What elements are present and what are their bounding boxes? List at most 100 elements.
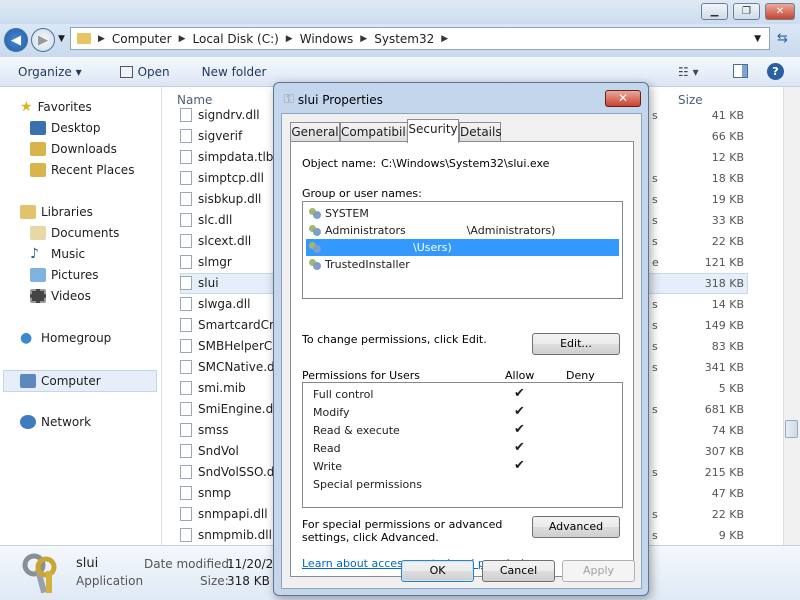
user-item-users[interactable]: \Users) bbox=[306, 239, 619, 256]
nav-network[interactable]: Network bbox=[20, 413, 91, 431]
scrollbar-thumb[interactable] bbox=[785, 420, 798, 438]
documents-icon bbox=[30, 226, 46, 240]
file-type-fragment: s bbox=[652, 193, 658, 206]
preview-pane-icon[interactable] bbox=[733, 64, 748, 78]
edit-button[interactable]: Edit... bbox=[532, 333, 620, 355]
help-icon[interactable]: ? bbox=[767, 63, 784, 80]
nav-libraries[interactable]: Libraries bbox=[20, 203, 93, 221]
permissions-for-label: Permissions for Users bbox=[302, 369, 420, 382]
open-button[interactable]: Open bbox=[94, 65, 182, 79]
breadcrumb-computer[interactable]: Computer bbox=[108, 32, 176, 46]
nav-documents[interactable]: Documents bbox=[30, 224, 119, 242]
file-icon bbox=[180, 171, 192, 185]
chevron-right-icon[interactable]: ▶ bbox=[357, 34, 370, 44]
view-options-icon[interactable]: ☷ ▾ bbox=[678, 65, 699, 79]
file-type-fragment: s bbox=[652, 172, 658, 185]
allow-check-icon: ✔ bbox=[514, 386, 525, 401]
nav-downloads[interactable]: Downloads bbox=[30, 140, 117, 158]
nav-videos[interactable]: Videos bbox=[30, 287, 91, 305]
file-size: 121 KB bbox=[704, 256, 744, 269]
breadcrumb-windows[interactable]: Windows bbox=[296, 32, 358, 46]
network-icon bbox=[20, 415, 36, 429]
cancel-button[interactable]: Cancel bbox=[482, 560, 555, 582]
ok-button[interactable]: OK bbox=[401, 560, 474, 582]
users-icon bbox=[308, 207, 322, 220]
security-tab-page: Object name: C:\Windows\System32\slui.ex… bbox=[290, 141, 634, 577]
file-icon bbox=[180, 213, 192, 227]
file-type-fragment: s bbox=[652, 508, 658, 521]
permission-name: Full control bbox=[313, 388, 374, 401]
address-input[interactable]: ▶ Computer ▶ Local Disk (C:) ▶ Windows ▶… bbox=[70, 27, 770, 50]
permission-row: Write ✔ bbox=[313, 458, 613, 478]
object-name-value: C:\Windows\System32\slui.exe bbox=[381, 157, 550, 170]
minimize-button[interactable]: ▁ bbox=[701, 3, 728, 20]
organize-button[interactable]: Organize ▾ bbox=[0, 65, 94, 79]
nav-network-label: Network bbox=[41, 415, 92, 429]
file-type-fragment: s bbox=[652, 340, 658, 353]
user-domain: \Administrators) bbox=[466, 224, 556, 237]
nav-videos-label: Videos bbox=[51, 289, 91, 303]
forward-button[interactable]: ▶ bbox=[31, 28, 55, 52]
nav-computer[interactable]: Computer bbox=[20, 372, 101, 390]
file-icon bbox=[180, 486, 192, 500]
close-button[interactable]: ✕ bbox=[765, 3, 795, 20]
file-size: 318 KB bbox=[704, 277, 744, 290]
users-icon bbox=[308, 241, 322, 254]
back-button[interactable]: ◀ bbox=[4, 28, 28, 52]
file-icon bbox=[180, 297, 192, 311]
file-icon bbox=[180, 507, 192, 521]
nav-desktop[interactable]: Desktop bbox=[30, 119, 101, 137]
apply-button[interactable]: Apply bbox=[562, 560, 635, 582]
nav-favorites[interactable]: ★ Favorites bbox=[20, 98, 92, 116]
tab-compatibility[interactable]: Compatibility bbox=[340, 122, 421, 142]
keys-icon bbox=[20, 553, 64, 595]
breadcrumb-system32[interactable]: System32 bbox=[370, 32, 438, 46]
user-item-system[interactable]: SYSTEM bbox=[308, 205, 369, 222]
refresh-icon[interactable]: ⇆ bbox=[777, 31, 788, 46]
maximize-button[interactable]: ❐ bbox=[733, 3, 760, 20]
nav-music[interactable]: ♪ Music bbox=[30, 245, 85, 263]
navigation-pane: ★ Favorites Desktop Downloads Recent Plac… bbox=[0, 87, 162, 545]
file-icon bbox=[180, 276, 192, 290]
vertical-scrollbar[interactable] bbox=[783, 87, 800, 545]
videos-icon bbox=[30, 289, 46, 303]
file-size: 83 KB bbox=[711, 340, 744, 353]
tab-general[interactable]: General bbox=[290, 122, 340, 142]
group-names-label: Group or user names: bbox=[302, 187, 422, 200]
chevron-right-icon: ▶ bbox=[98, 33, 105, 44]
dialog-close-button[interactable]: ✕ bbox=[605, 90, 641, 107]
chevron-right-icon[interactable]: ▶ bbox=[438, 34, 451, 44]
user-list[interactable]: SYSTEM Administrators \Administrators) \U… bbox=[302, 201, 623, 299]
tab-details[interactable]: Details bbox=[459, 122, 502, 142]
user-name: Administrators bbox=[325, 224, 406, 237]
nav-pictures[interactable]: Pictures bbox=[30, 266, 99, 284]
file-size: 149 KB bbox=[704, 319, 744, 332]
file-size: 66 KB bbox=[711, 130, 744, 143]
address-dropdown-icon[interactable]: ▼ bbox=[754, 34, 769, 44]
downloads-folder-icon bbox=[30, 142, 46, 156]
user-item-administrators[interactable]: Administrators \Administrators) bbox=[308, 222, 555, 239]
file-size: 19 KB bbox=[711, 193, 744, 206]
nav-homegroup[interactable]: ● Homegroup bbox=[20, 329, 111, 347]
nav-recent-places[interactable]: Recent Places bbox=[30, 161, 134, 179]
user-item-trustedinstaller[interactable]: TrustedInstaller bbox=[308, 256, 410, 273]
nav-pictures-label: Pictures bbox=[51, 268, 99, 282]
allow-check-icon: ✔ bbox=[514, 440, 525, 455]
breadcrumb-local-disk[interactable]: Local Disk (C:) bbox=[189, 32, 283, 46]
chevron-right-icon[interactable]: ▶ bbox=[176, 34, 189, 44]
advanced-button[interactable]: Advanced bbox=[532, 516, 620, 538]
file-size: 18 KB bbox=[711, 172, 744, 185]
special-permissions-text: For special permissions or advanced sett… bbox=[302, 518, 503, 544]
file-type-fragment: s bbox=[652, 403, 658, 416]
allow-check-icon: ✔ bbox=[514, 404, 525, 419]
recent-places-icon bbox=[30, 163, 46, 177]
recent-pages-dropdown[interactable]: ▼ bbox=[58, 34, 65, 44]
new-folder-button[interactable]: New folder bbox=[182, 65, 279, 79]
file-size: 14 KB bbox=[711, 298, 744, 311]
open-label: Open bbox=[137, 64, 170, 79]
file-size: 33 KB bbox=[711, 214, 744, 227]
desktop-icon bbox=[30, 121, 46, 135]
chevron-right-icon[interactable]: ▶ bbox=[283, 34, 296, 44]
tab-security[interactable]: Security bbox=[407, 119, 459, 143]
nav-downloads-label: Downloads bbox=[51, 142, 117, 156]
